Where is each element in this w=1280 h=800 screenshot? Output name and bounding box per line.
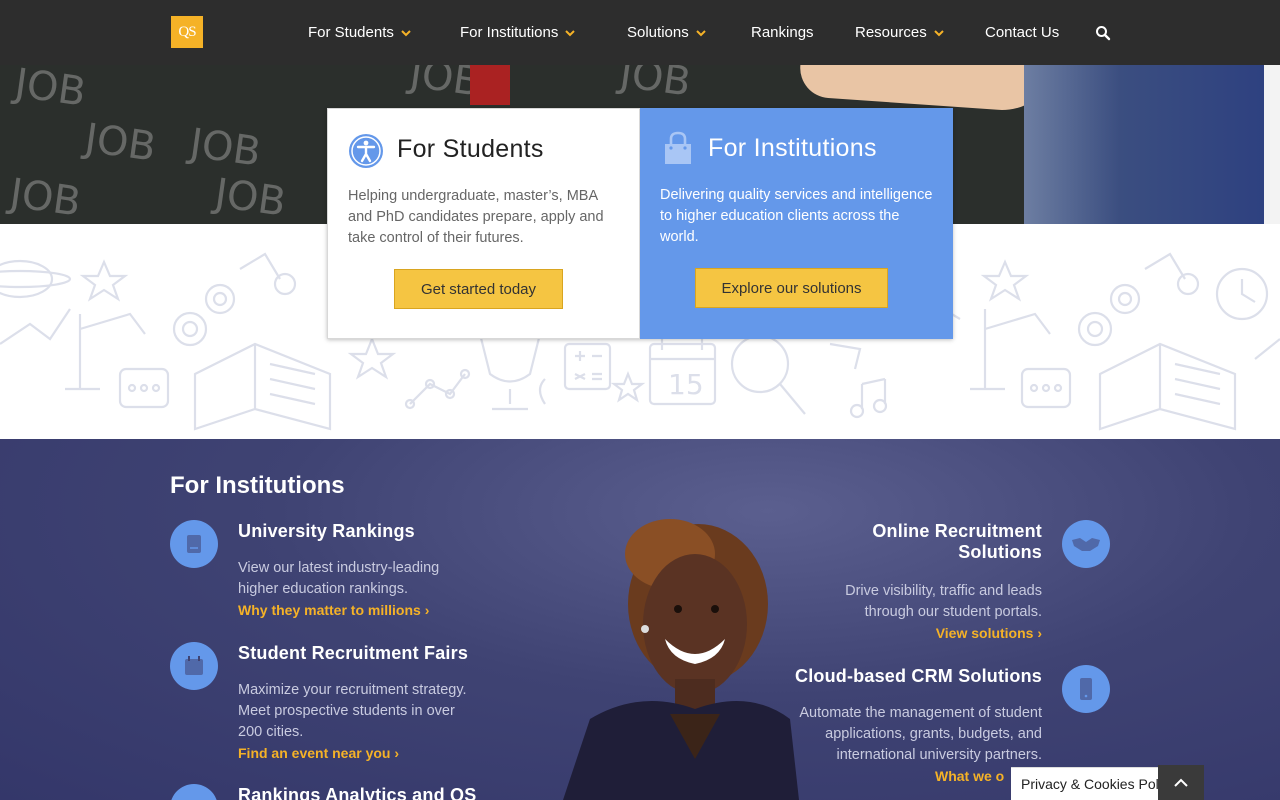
nav-label: For Students [308,24,394,41]
cookie-label: Privacy & Cookies Policy [1021,776,1171,792]
chalk-word: JOB [617,65,694,106]
chevron-down-icon [696,29,706,36]
chalk-word: JOB [187,120,264,176]
nav-solutions[interactable]: Solutions [627,0,707,65]
nav-for-institutions[interactable]: For Institutions [460,0,576,65]
nav-rankings[interactable]: Rankings [751,0,814,65]
feature-title: Rankings Analytics and QS [238,785,477,800]
for-students-card: For Students Helping undergraduate, mast… [327,108,640,339]
svg-text:15: 15 [668,368,704,401]
feature-description: View our latest industry-leading higher … [238,560,440,597]
feature-title: Student Recruitment Fairs [238,643,469,663]
top-navigation-bar: QS For Students For Institutions Solutio… [0,0,1280,65]
nav-resources[interactable]: Resources [855,0,945,65]
view-solutions-link[interactable]: View solutions › [842,625,1042,641]
calendar-icon [170,642,218,690]
why-they-matter-link[interactable]: Why they matter to millions › [238,602,429,618]
shopping-bag-icon [665,131,691,164]
hand-image [798,65,1062,114]
chalk-word: JOB [12,65,89,116]
calendar-glyph [185,656,203,675]
get-started-button[interactable]: Get started today [394,269,563,309]
chevron-down-icon [933,29,944,36]
handshake-glyph [1072,538,1100,551]
handshake-icon [1062,520,1110,568]
feature-title: Online Recruitment Solutions [872,521,1042,562]
feature-title: University Rankings [238,521,415,541]
card-title: For Students [397,135,544,163]
qs-logo[interactable]: QS [171,16,203,48]
nav-contact-us[interactable]: Contact Us [985,0,1059,65]
chevron-down-icon [401,29,411,36]
back-to-top-button[interactable] [1158,765,1204,800]
institutions-section: For Institutions University Rankings Vie… [0,439,1280,800]
red-tassel [470,65,510,105]
mobile-icon [1062,665,1110,713]
nav-for-students[interactable]: For Students [308,0,412,65]
card-description: Helping undergraduate, master’s, MBA and… [348,188,604,246]
search-icon[interactable] [1095,25,1111,41]
feature-title: Cloud-based CRM Solutions [795,666,1042,686]
book-glyph [187,535,201,553]
hero-side-strip [1264,65,1280,224]
audience-cards: For Students Helping undergraduate, mast… [327,108,953,339]
chevron-up-icon [1174,778,1188,787]
feature-description: Drive visibility, traffic and leads thro… [845,583,1042,620]
card-title: For Institutions [708,134,877,162]
chart-icon [170,784,218,800]
explore-solutions-button[interactable]: Explore our solutions [695,268,888,308]
chalk-word: JOB [82,115,159,171]
nav-label: Resources [855,24,927,41]
find-event-link[interactable]: Find an event near you › [238,745,399,761]
mobile-glyph [1080,678,1092,700]
woman-portrait-image [563,519,799,800]
sleeve-image [1024,65,1264,224]
chevron-down-icon [565,29,576,36]
section-title: For Institutions [170,472,345,499]
book-icon [170,520,218,568]
card-description: Delivering quality services and intellig… [660,187,933,245]
what-we-offer-link[interactable]: What we o [935,768,1004,784]
feature-description: Automate the management of student appli… [799,705,1042,763]
privacy-cookies-policy-button[interactable]: Privacy & Cookies Policy [1011,767,1171,800]
nav-label: For Institutions [460,24,559,41]
for-institutions-card: For Institutions Delivering quality serv… [640,108,953,339]
chalk-word: JOB [7,170,84,224]
logo-text: QS [178,23,196,40]
feature-description: Maximize your recruitment strategy. Meet… [238,682,467,740]
chalk-word: JOB [212,170,289,224]
nav-label: Contact Us [985,24,1060,41]
nav-label: Rankings [751,24,814,41]
nav-label: Solutions [627,24,689,41]
accessibility-icon [349,134,383,168]
